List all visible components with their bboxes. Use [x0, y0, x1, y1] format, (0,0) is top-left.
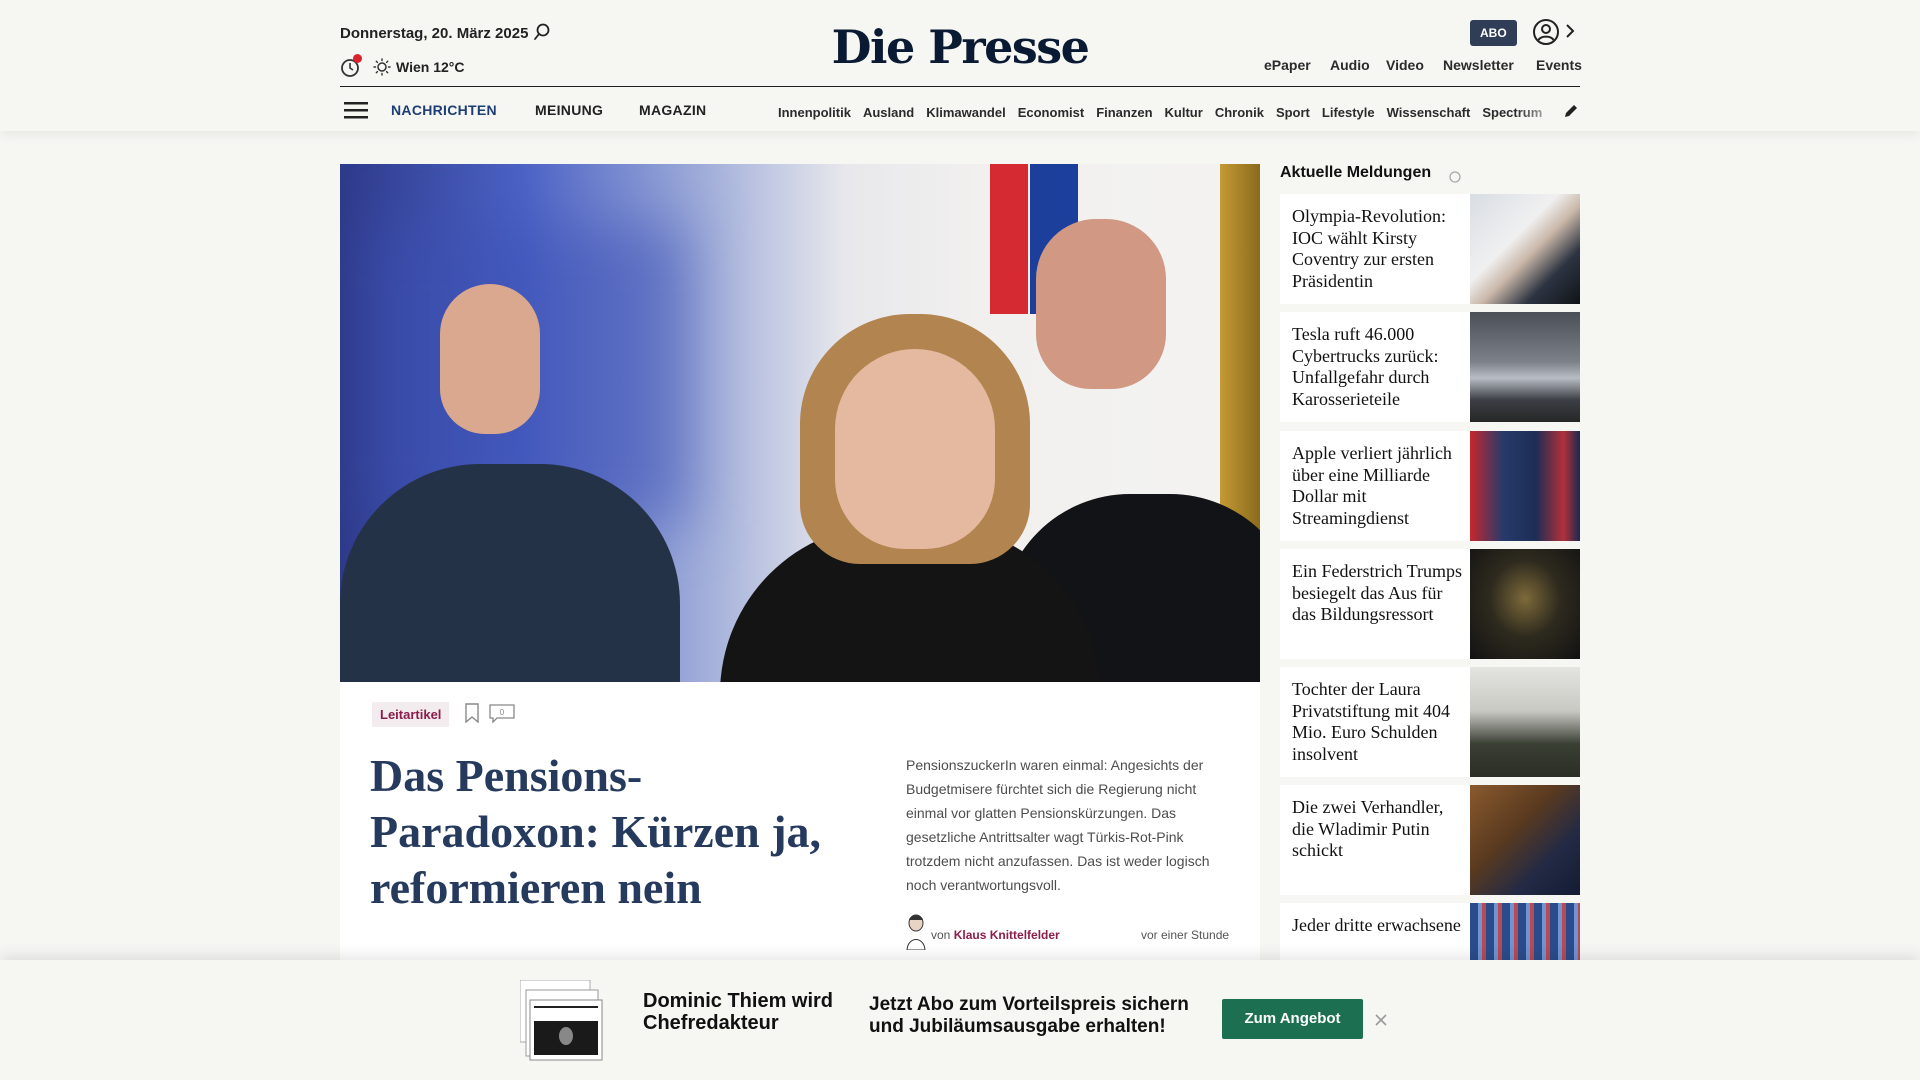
pulse-icon	[1449, 171, 1461, 183]
abo-button[interactable]: ABO	[1470, 20, 1517, 46]
byline-prefix: von	[931, 928, 951, 942]
news-card-thumbnail	[1470, 785, 1580, 895]
nav-video[interactable]: Video	[1386, 57, 1424, 73]
news-card-thumbnail	[1470, 431, 1580, 541]
close-icon[interactable]	[1374, 1013, 1388, 1027]
nav-epaper[interactable]: ePaper	[1264, 57, 1311, 73]
article-category-badge[interactable]: Leitartikel	[372, 702, 450, 727]
sidebar-title: Aktuelle Meldungen	[1280, 164, 1432, 181]
news-card[interactable]: Tochter der Laura Privatstiftung mit 404…	[1280, 667, 1580, 777]
nav-events[interactable]: Events	[1536, 57, 1582, 73]
news-card-thumbnail	[1470, 903, 1580, 960]
news-card-title: Ein Federstrich Trumps besiegelt das Aus…	[1292, 561, 1463, 624]
section-magazin[interactable]: MAGAZIN	[639, 102, 706, 118]
news-card[interactable]: Jeder dritte erwachsene	[1280, 903, 1580, 960]
author-link[interactable]: Klaus Knittelfelder	[954, 928, 1060, 942]
promo-headline: Dominic Thiem wird Chefredakteur	[643, 990, 834, 1034]
rubric-lifestyle[interactable]: Lifestyle	[1322, 105, 1375, 120]
news-card-thumbnail	[1470, 667, 1580, 777]
news-card-title: Olympia-Revolution: IOC wählt Kirsty Cov…	[1292, 206, 1446, 291]
rubric-innenpolitik[interactable]: Innenpolitik	[778, 105, 851, 120]
chevron-right-icon[interactable]	[1564, 22, 1576, 40]
news-card-thumbnail	[1470, 549, 1580, 659]
lead-teaser: PensionszuckerIn waren einmal: Angesicht…	[906, 757, 1210, 893]
rubric-chronik[interactable]: Chronik	[1215, 105, 1264, 120]
section-nachrichten[interactable]: NACHRICHTEN	[391, 102, 497, 118]
news-card-thumbnail	[1470, 194, 1580, 304]
rubric-finanzen[interactable]: Finanzen	[1096, 105, 1152, 120]
nav-newsletter[interactable]: Newsletter	[1443, 57, 1514, 73]
bookmark-icon[interactable]	[464, 703, 480, 723]
news-card-title: Tochter der Laura Privatstiftung mit 404…	[1292, 679, 1451, 764]
subscription-banner: Dominic Thiem wird Chefredakteur Jetzt A…	[0, 960, 1920, 1080]
rubric-economist[interactable]: Economist	[1018, 105, 1084, 120]
news-card[interactable]: Die zwei Verhandler, die Wladimir Putin …	[1280, 785, 1580, 895]
rubric-kultur[interactable]: Kultur	[1165, 105, 1203, 120]
news-card-title: Jeder dritte erwachsene	[1292, 915, 1461, 935]
rubric-ausland[interactable]: Ausland	[863, 105, 914, 120]
account-icon[interactable]	[1532, 18, 1560, 46]
lead-article[interactable]: Leitartikel 0 Das Pensions-Paradoxon: Kü…	[340, 164, 1260, 960]
news-card[interactable]: Ein Federstrich Trumps besiegelt das Aus…	[1280, 549, 1580, 659]
publish-time: vor einer Stunde	[1141, 928, 1230, 942]
latest-news-sidebar: Aktuelle Meldungen Olympia-Revolution: I…	[1280, 164, 1580, 960]
pen-icon[interactable]	[1562, 102, 1580, 120]
news-card[interactable]: Tesla ruft 46.000 Cybertrucks zurück: Un…	[1280, 312, 1580, 422]
news-card-thumbnail	[1470, 312, 1580, 422]
section-meinung[interactable]: MEINUNG	[535, 102, 603, 118]
nav-audio[interactable]: Audio	[1330, 57, 1370, 73]
hamburger-menu-icon[interactable]	[344, 100, 368, 120]
promo-offer-button[interactable]: Zum Angebot	[1222, 999, 1363, 1039]
promo-offer-text: Jetzt Abo zum Vorteilspreis sichern und …	[869, 994, 1189, 1037]
header-divider	[340, 86, 1580, 87]
author-byline: von Klaus Knittelfelder	[931, 928, 1060, 942]
news-card[interactable]: Apple verliert jährlich über eine Millia…	[1280, 431, 1580, 541]
header-inner: Donnerstag, 20. März 2025 Wien 12°C Die …	[340, 0, 1582, 131]
rubric-sport[interactable]: Sport	[1276, 105, 1310, 120]
news-card-title: Tesla ruft 46.000 Cybertrucks zurück: Un…	[1292, 324, 1439, 409]
news-card-title: Die zwei Verhandler, die Wladimir Putin …	[1292, 797, 1444, 860]
site-header: Donnerstag, 20. März 2025 Wien 12°C Die …	[0, 0, 1920, 131]
news-card-title: Apple verliert jährlich über eine Millia…	[1292, 443, 1452, 528]
comment-icon[interactable]: 0	[489, 704, 515, 724]
rubric-spectrum[interactable]: Spectrum	[1482, 105, 1542, 120]
comment-count: 0	[500, 708, 505, 717]
lead-headline[interactable]: Das Pensions-Paradoxon: Kürzen ja, refor…	[370, 748, 830, 916]
rubric-klimawandel[interactable]: Klimawandel	[926, 105, 1005, 120]
news-card[interactable]: Olympia-Revolution: IOC wählt Kirsty Cov…	[1280, 194, 1580, 304]
lead-article-image[interactable]	[340, 164, 1260, 682]
author-avatar	[906, 914, 926, 950]
rubric-wissenschaft[interactable]: Wissenschaft	[1387, 105, 1471, 120]
rubric-nav: Innenpolitik Ausland Klimawandel Economist F…	[778, 104, 1563, 122]
newspaper-stack-icon	[520, 980, 603, 1061]
